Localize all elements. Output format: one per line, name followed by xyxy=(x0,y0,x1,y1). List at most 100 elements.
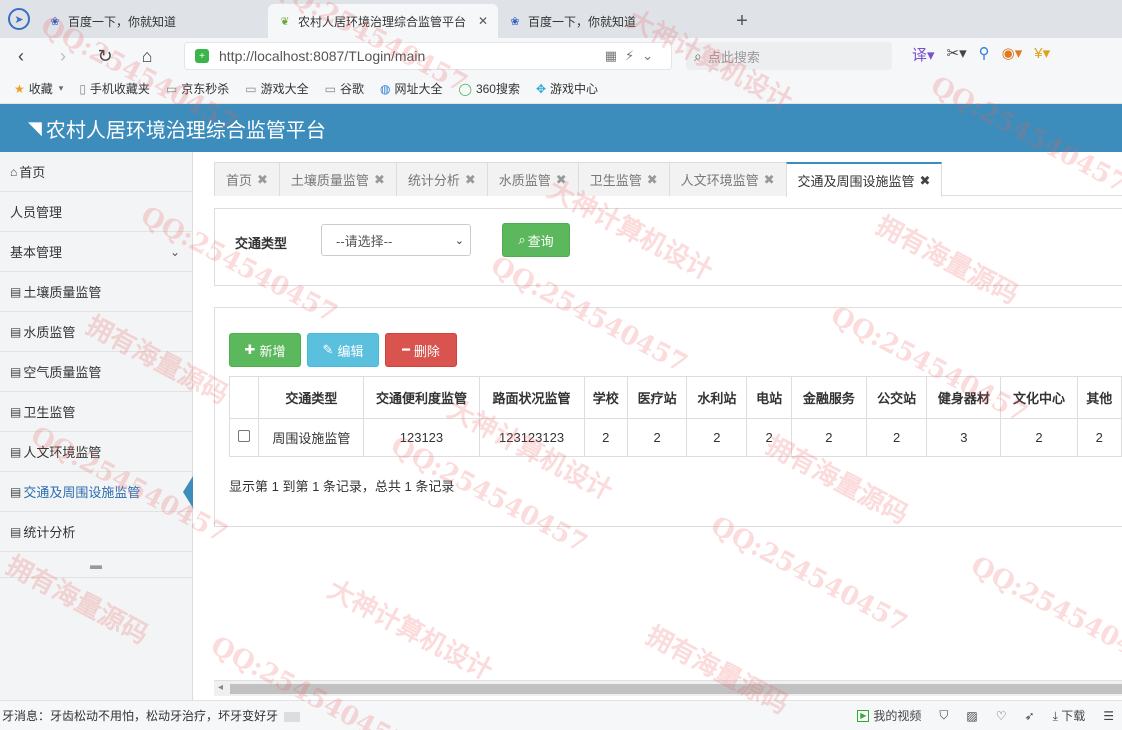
table-cell: 2 xyxy=(686,418,748,457)
game-icon: ✥ xyxy=(535,81,547,96)
sidebar: ⌂ 首页 人员管理 基本管理 ⌄ ▤ 土壤质量监管 ▤ 水质监管 ▤ 空气质量监管 ▤ 卫生… xyxy=(0,152,193,700)
close-icon[interactable]: ✖ xyxy=(257,172,268,188)
close-tab-icon[interactable]: ✕ xyxy=(478,14,488,28)
url-tools-icons[interactable]: ▦⚡⌄ xyxy=(605,48,661,64)
bookmark-item[interactable]: ◍ 网址大全 xyxy=(380,80,443,97)
plus-icon: ✚ xyxy=(244,342,256,357)
news-ticker[interactable]: 牙消息：牙齿松动不用怕，松动牙治疗，坏牙变好牙 xyxy=(0,707,857,724)
browser-tab-active[interactable]: ❦ 农村人居环境治理综合监管平台 ✕ xyxy=(268,4,498,38)
query-button[interactable]: ⌕ 查询 xyxy=(502,223,570,257)
image-icon[interactable]: ▨ xyxy=(966,709,977,723)
column-header[interactable]: 文化中心 xyxy=(1000,376,1078,419)
column-header[interactable]: 金融服务 xyxy=(790,376,867,419)
star-icon: ★ xyxy=(14,81,25,96)
find-icon[interactable]: ⚲ xyxy=(979,44,990,65)
bookmark-item[interactable]: ★ 收藏 ▾ xyxy=(14,80,63,97)
table-toolbar: ✚ 新增 ✎ 编辑 ━ 删除 xyxy=(229,333,457,367)
tab-sanitation[interactable]: 卫生监管 ✖ xyxy=(577,162,670,196)
close-icon[interactable]: ✖ xyxy=(465,172,476,188)
browser-logo-icon[interactable]: ➤ xyxy=(0,0,38,38)
browser-tab[interactable]: ❀ 百度一下，你就知道 xyxy=(38,4,268,38)
home-page-icon[interactable]: ⌂ xyxy=(126,46,168,67)
tab-stats[interactable]: 统计分析 ✖ xyxy=(395,162,488,196)
column-header[interactable]: 公交站 xyxy=(865,376,928,419)
translate-icon[interactable]: 译▾ xyxy=(912,44,935,65)
gamepad-icon[interactable]: ◉▾ xyxy=(1002,44,1023,65)
column-header[interactable]: 学校 xyxy=(583,376,628,419)
column-header[interactable]: 水利站 xyxy=(686,376,748,419)
row-checkbox[interactable] xyxy=(228,418,260,457)
app-header: ◥ 农村人居环境治理综合监管平台 xyxy=(0,104,1122,152)
sidebar-item-air[interactable]: ▤ 空气质量监管 xyxy=(0,352,192,392)
pagination-info: 显示第 1 到第 1 条记录，总共 1 条记录 xyxy=(229,479,455,494)
sidebar-item-users[interactable]: 人员管理 xyxy=(0,192,192,232)
column-header[interactable]: 电站 xyxy=(746,376,792,419)
column-header[interactable]: 交通类型 xyxy=(258,376,365,419)
delete-button[interactable]: ━ 删除 xyxy=(385,333,457,367)
download-button[interactable]: ⤓ 下载 xyxy=(1053,707,1086,724)
select-value: --请选择-- xyxy=(336,233,393,249)
edit-button[interactable]: ✎ 编辑 xyxy=(307,333,379,367)
sidebar-item-stats[interactable]: ▤ 统计分析 xyxy=(0,512,192,552)
browser-toolbar-icons: 译▾ ✂▾ ⚲ ◉▾ ¥▾ xyxy=(912,44,1050,65)
sidebar-item-sanitation[interactable]: ▤ 卫生监管 xyxy=(0,392,192,432)
new-tab-button[interactable]: + xyxy=(728,4,756,38)
scissors-icon[interactable]: ✂▾ xyxy=(947,44,967,65)
sidebar-collapse-handle[interactable]: ▬ xyxy=(0,552,192,578)
scroll-left-icon[interactable]: ◂ xyxy=(218,682,223,693)
tab-home[interactable]: 首页 ✖ xyxy=(214,162,280,196)
bookmark-item[interactable]: ▭ 京东秒杀 xyxy=(166,80,229,97)
sidebar-item-home[interactable]: ⌂ 首页 xyxy=(0,152,192,192)
edit-icon: ✎ xyxy=(322,342,334,357)
transport-type-select[interactable]: --请选择-- ⌄ xyxy=(321,224,471,256)
paw-icon: ❀ xyxy=(510,15,520,28)
table-cell: 2 xyxy=(865,418,928,457)
column-header[interactable]: 健身器材 xyxy=(926,376,1002,419)
shield-icon[interactable]: ⛉ xyxy=(939,708,948,723)
more-icon[interactable]: ☰ xyxy=(1103,709,1114,723)
column-header[interactable]: 路面状况监管 xyxy=(478,376,585,419)
table-row[interactable]: 周围设施监管 123123 123123123 2 2 2 2 2 2 3 2 … xyxy=(228,418,1122,457)
bookmark-item[interactable]: ◯ 360搜索 xyxy=(459,80,520,97)
secure-shield-icon: + xyxy=(195,49,209,63)
tab-soil[interactable]: 土壤质量监管 ✖ xyxy=(278,162,397,196)
close-icon[interactable]: ✖ xyxy=(556,172,567,188)
tab-transport[interactable]: 交通及周围设施监管 ✖ xyxy=(785,162,943,197)
close-icon[interactable]: ✖ xyxy=(764,172,775,188)
bookmark-item[interactable]: ▯ 手机收藏夹 xyxy=(79,80,150,97)
table-icon: ▤ xyxy=(10,364,22,379)
close-icon[interactable]: ✖ xyxy=(374,172,385,188)
search-icon: ⌕ xyxy=(694,47,702,64)
horizontal-scrollbar[interactable]: ◂ xyxy=(214,680,1122,696)
coin-icon[interactable]: ¥▾ xyxy=(1034,44,1050,65)
sidebar-item-transport[interactable]: ▤ 交通及周围设施监管 xyxy=(0,472,193,512)
close-icon[interactable]: ✖ xyxy=(920,173,931,189)
browser-search-input[interactable]: ⌕ 点此搜索 xyxy=(686,42,892,70)
reload-icon[interactable]: ↻ xyxy=(84,46,126,67)
rocket-icon[interactable]: ➶ xyxy=(1025,709,1035,723)
column-header[interactable]: 医疗站 xyxy=(626,376,688,419)
browser-tab[interactable]: ❀ 百度一下，你就知道 xyxy=(498,4,728,38)
close-icon[interactable]: ✖ xyxy=(647,172,658,188)
browser-tab-title: 百度一下，你就知道 xyxy=(68,14,177,29)
sidebar-item-culture[interactable]: ▤ 人文环境监管 xyxy=(0,432,192,472)
bookmark-item[interactable]: ▭ 游戏大全 xyxy=(245,80,308,97)
tab-water[interactable]: 水质监管 ✖ xyxy=(486,162,579,196)
bookmark-item[interactable]: ▭ 谷歌 xyxy=(325,80,364,97)
sidebar-item-basic[interactable]: 基本管理 ⌄ xyxy=(0,232,192,272)
bookmark-item[interactable]: ✥ 游戏中心 xyxy=(536,80,598,97)
url-field[interactable]: + http://localhost:8087/TLogin/main ▦⚡⌄ xyxy=(184,42,672,70)
scrollbar-thumb[interactable] xyxy=(230,684,1122,694)
add-button[interactable]: ✚ 新增 xyxy=(229,333,301,367)
sidebar-item-soil[interactable]: ▤ 土壤质量监管 xyxy=(0,272,192,312)
forward-icon[interactable]: › xyxy=(42,46,84,67)
heart-pulse-icon[interactable]: ♡ xyxy=(996,709,1007,723)
sidebar-item-water[interactable]: ▤ 水质监管 xyxy=(0,312,192,352)
transport-type-label: 交通类型 xyxy=(235,236,288,251)
column-header[interactable]: 其他 xyxy=(1076,376,1122,419)
tab-culture[interactable]: 人文环境监管 ✖ xyxy=(668,162,787,196)
back-icon[interactable]: ‹ xyxy=(0,46,42,67)
my-video-button[interactable]: ▶ 我的视频 xyxy=(857,707,921,724)
search360-icon: ◯ xyxy=(458,81,472,96)
column-header[interactable]: 交通便利度监管 xyxy=(363,376,480,419)
